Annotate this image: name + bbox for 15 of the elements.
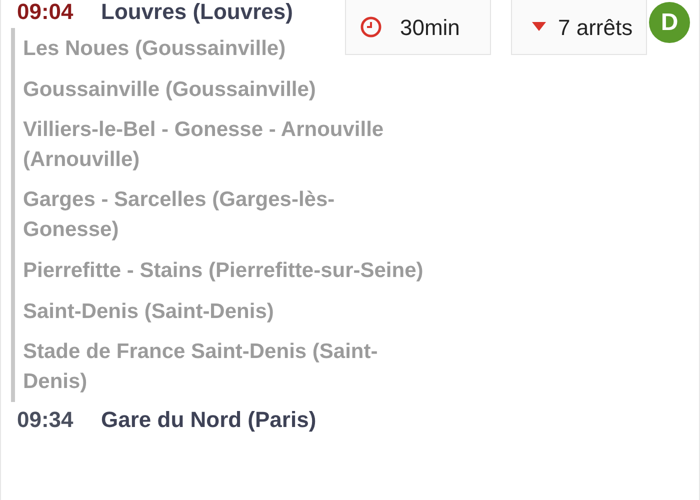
stop-name: Garges - Sarcelles (Garges-lès-Gonesse) (23, 187, 336, 243)
avatar: D (649, 2, 690, 43)
stop-name: Goussainville (Goussainville) (23, 77, 316, 103)
duration-text: 30min (400, 14, 460, 42)
clock-icon (360, 16, 382, 38)
station-name: Louvres (Louvres) (101, 0, 293, 24)
stop-name: Stade de France Saint-Denis (Saint-Denis) (23, 339, 379, 395)
stops-toggle-button[interactable]: 7 arrêts (511, 0, 647, 55)
stop-name: Saint-Denis (Saint-Denis) (23, 299, 274, 325)
time-text: 09:04 (16, 0, 74, 24)
time-text: 09:34 (16, 408, 74, 432)
stop-name: Villiers-le-Bel - Gonesse - Arnouville (Arnouville) (23, 117, 385, 173)
stop-name: Les Noues (Goussainville) (23, 36, 286, 62)
station-name: Gare du Nord (Paris) (101, 408, 316, 432)
stop-name: Pierrefitte - Stains (Pierrefitte-sur-Seine) (23, 258, 424, 284)
